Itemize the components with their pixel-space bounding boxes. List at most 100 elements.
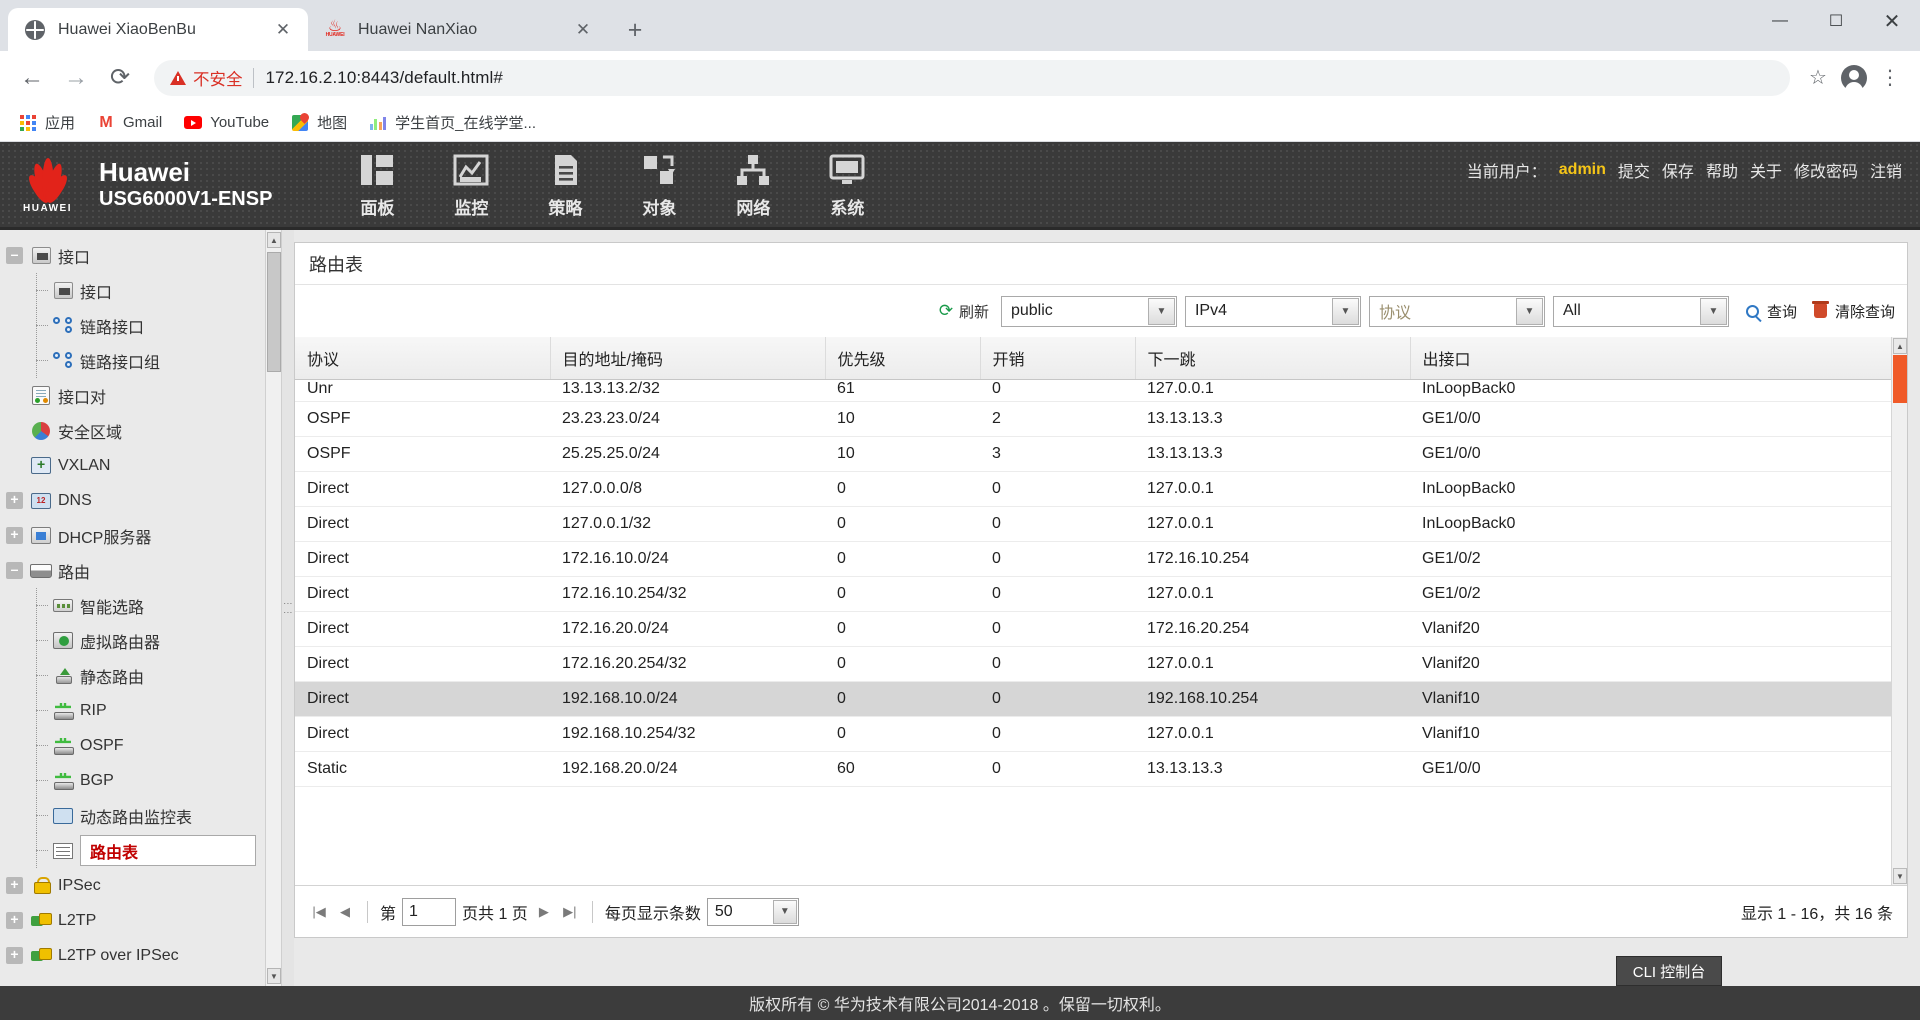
- page-number-input[interactable]: 1: [402, 897, 457, 926]
- bookmark-apps[interactable]: 应用: [10, 109, 84, 137]
- scope-select[interactable]: All ▼: [1552, 295, 1729, 327]
- column-header-protocol[interactable]: 协议: [295, 337, 551, 380]
- chevron-down-icon[interactable]: ▼: [772, 899, 797, 924]
- chrome-menu-icon[interactable]: ⋮: [1872, 60, 1908, 96]
- nav-dashboard[interactable]: 面板: [330, 141, 424, 229]
- address-bar[interactable]: 不安全 172.16.2.10:8443/default.html#: [154, 59, 1790, 96]
- table-row-selected[interactable]: Static 192.168.20.0/24 60 0 13.13.13.3 G…: [295, 751, 1907, 787]
- nav-object[interactable]: 对象: [612, 141, 706, 229]
- sidebar-item-link-interface[interactable]: 链路接口: [0, 308, 281, 343]
- close-icon[interactable]: ✕: [572, 19, 594, 41]
- scroll-up-icon[interactable]: ▲: [267, 232, 281, 248]
- expand-icon[interactable]: +: [6, 527, 23, 544]
- bookmark-youtube[interactable]: YouTube: [175, 109, 278, 137]
- expand-icon[interactable]: +: [6, 877, 23, 894]
- collapse-icon[interactable]: –: [6, 562, 23, 579]
- maximize-icon[interactable]: ☐: [1808, 0, 1864, 42]
- sidebar-item-virtual-router[interactable]: 虚拟路由器: [0, 623, 281, 658]
- table-row[interactable]: Direct 172.16.10.254/32 0 0 127.0.0.1 GE…: [295, 576, 1907, 612]
- logout-link[interactable]: 注销: [1870, 158, 1902, 182]
- reload-icon[interactable]: ⟳: [100, 58, 140, 98]
- sidebar-item-route-table[interactable]: 路由表: [0, 833, 281, 868]
- submit-link[interactable]: 提交: [1618, 158, 1650, 182]
- new-tab-button[interactable]: +: [618, 13, 652, 47]
- expand-icon[interactable]: +: [6, 947, 23, 964]
- table-scrollbar[interactable]: ▲ ▼: [1891, 337, 1907, 885]
- nav-policy[interactable]: 策略: [518, 141, 612, 229]
- sidebar-item-security-zone[interactable]: 安全区域: [0, 413, 281, 448]
- scrollbar-thumb[interactable]: [1893, 355, 1907, 403]
- sidebar-item-interface-pair[interactable]: 接口对: [0, 378, 281, 413]
- chevron-down-icon[interactable]: ▼: [1147, 297, 1175, 325]
- sidebar-item-ipsec[interactable]: + IPSec: [0, 868, 281, 903]
- next-page-icon[interactable]: ▶: [534, 901, 554, 923]
- column-header-preference[interactable]: 优先级: [825, 337, 981, 380]
- bookmark-gmail[interactable]: M Gmail: [88, 109, 171, 137]
- expand-icon[interactable]: +: [6, 912, 23, 929]
- per-page-select[interactable]: 50 ▼: [706, 897, 799, 926]
- close-icon[interactable]: ✕: [272, 19, 294, 41]
- sidebar-item-l2tp-over-ipsec[interactable]: + L2TP over IPSec: [0, 938, 281, 973]
- nav-monitor[interactable]: 监控: [424, 141, 518, 229]
- sidebar-scrollbar[interactable]: ▲ ▼: [265, 230, 281, 986]
- save-link[interactable]: 保存: [1662, 158, 1694, 182]
- sidebar-item-link-interface-group[interactable]: 链路接口组: [0, 343, 281, 378]
- vrf-select[interactable]: public ▼: [1000, 295, 1177, 327]
- sidebar-item-dns[interactable]: + 12 DNS: [0, 483, 281, 518]
- back-icon[interactable]: ←: [12, 58, 52, 98]
- protocol-select[interactable]: 协议 ▼: [1368, 295, 1545, 327]
- sidebar-item-route-group[interactable]: – 路由: [0, 553, 281, 588]
- about-link[interactable]: 关于: [1750, 158, 1782, 182]
- sidebar-item-l2tp[interactable]: + L2TP: [0, 903, 281, 938]
- panel-splitter[interactable]: ⋮⋮: [282, 230, 294, 986]
- table-row[interactable]: OSPF 25.25.25.0/24 10 3 13.13.13.3 GE1/0…: [295, 436, 1907, 472]
- clear-query-button[interactable]: 清除查询: [1811, 301, 1895, 322]
- minimize-icon[interactable]: —: [1752, 0, 1808, 42]
- nav-system[interactable]: 系统: [800, 141, 894, 229]
- sidebar-item-smart-route[interactable]: 智能选路: [0, 588, 281, 623]
- sidebar-item-ospf[interactable]: OSPF: [0, 728, 281, 763]
- column-header-cost[interactable]: 开销: [980, 337, 1136, 380]
- sidebar-item-vxlan[interactable]: VXLAN: [0, 448, 281, 483]
- nav-network[interactable]: 网络: [706, 141, 800, 229]
- sidebar-item-static-route[interactable]: 静态路由: [0, 658, 281, 693]
- close-window-icon[interactable]: ✕: [1864, 0, 1920, 42]
- browser-tab-1[interactable]: Huawei XiaoBenBu ✕: [8, 8, 308, 51]
- sidebar-item-rip[interactable]: RIP: [0, 693, 281, 728]
- scrollbar-thumb[interactable]: [267, 252, 281, 372]
- sidebar-item-bgp[interactable]: BGP: [0, 763, 281, 798]
- avatar[interactable]: [1836, 60, 1872, 96]
- column-header-nexthop[interactable]: 下一跳: [1135, 337, 1411, 380]
- column-header-interface[interactable]: 出接口: [1410, 337, 1907, 380]
- table-row[interactable]: Direct 127.0.0.0/8 0 0 127.0.0.1 InLoopB…: [295, 471, 1907, 507]
- chevron-down-icon[interactable]: ▼: [1699, 297, 1727, 325]
- refresh-button[interactable]: ⟳ 刷新: [937, 301, 989, 322]
- sidebar-item-dynamic-route-monitor[interactable]: 动态路由监控表: [0, 798, 281, 833]
- bookmark-star-icon[interactable]: ☆: [1800, 60, 1836, 96]
- chevron-down-icon[interactable]: ▼: [1331, 297, 1359, 325]
- bookmark-student-home[interactable]: 学生首页_在线学堂...: [360, 109, 545, 137]
- chevron-down-icon[interactable]: ▼: [1515, 297, 1543, 325]
- last-page-icon[interactable]: ▶|: [560, 901, 580, 923]
- expand-icon[interactable]: +: [6, 492, 23, 509]
- table-row[interactable]: Direct 192.168.10.254/32 0 0 127.0.0.1 V…: [295, 716, 1907, 752]
- ip-version-select[interactable]: IPv4 ▼: [1184, 295, 1361, 327]
- bookmark-maps[interactable]: 地图: [282, 109, 356, 137]
- table-row[interactable]: Direct 172.16.20.0/24 0 0 172.16.20.254 …: [295, 611, 1907, 647]
- scroll-down-icon[interactable]: ▼: [267, 968, 281, 984]
- sidebar-item-interface[interactable]: 接口: [0, 273, 281, 308]
- table-row[interactable]: OSPF 23.23.23.0/24 10 2 13.13.13.3 GE1/0…: [295, 401, 1907, 437]
- prev-page-icon[interactable]: ◀: [335, 901, 355, 923]
- column-header-destination[interactable]: 目的地址/掩码: [550, 337, 826, 380]
- scroll-up-icon[interactable]: ▲: [1893, 338, 1907, 354]
- table-row[interactable]: Unr 13.13.13.2/32 61 0 127.0.0.1 InLoopB…: [295, 379, 1907, 402]
- change-password-link[interactable]: 修改密码: [1794, 158, 1858, 182]
- first-page-icon[interactable]: |◀: [309, 901, 329, 923]
- sidebar-item-interface-group[interactable]: – 接口: [0, 238, 281, 273]
- table-row[interactable]: Direct 127.0.0.1/32 0 0 127.0.0.1 InLoop…: [295, 506, 1907, 542]
- browser-tab-2[interactable]: ♨ HUAWEI Huawei NanXiao ✕: [308, 8, 608, 51]
- cli-console-button[interactable]: CLI 控制台: [1616, 956, 1722, 986]
- forward-icon[interactable]: →: [56, 58, 96, 98]
- help-link[interactable]: 帮助: [1706, 158, 1738, 182]
- query-button[interactable]: 查询: [1743, 301, 1797, 322]
